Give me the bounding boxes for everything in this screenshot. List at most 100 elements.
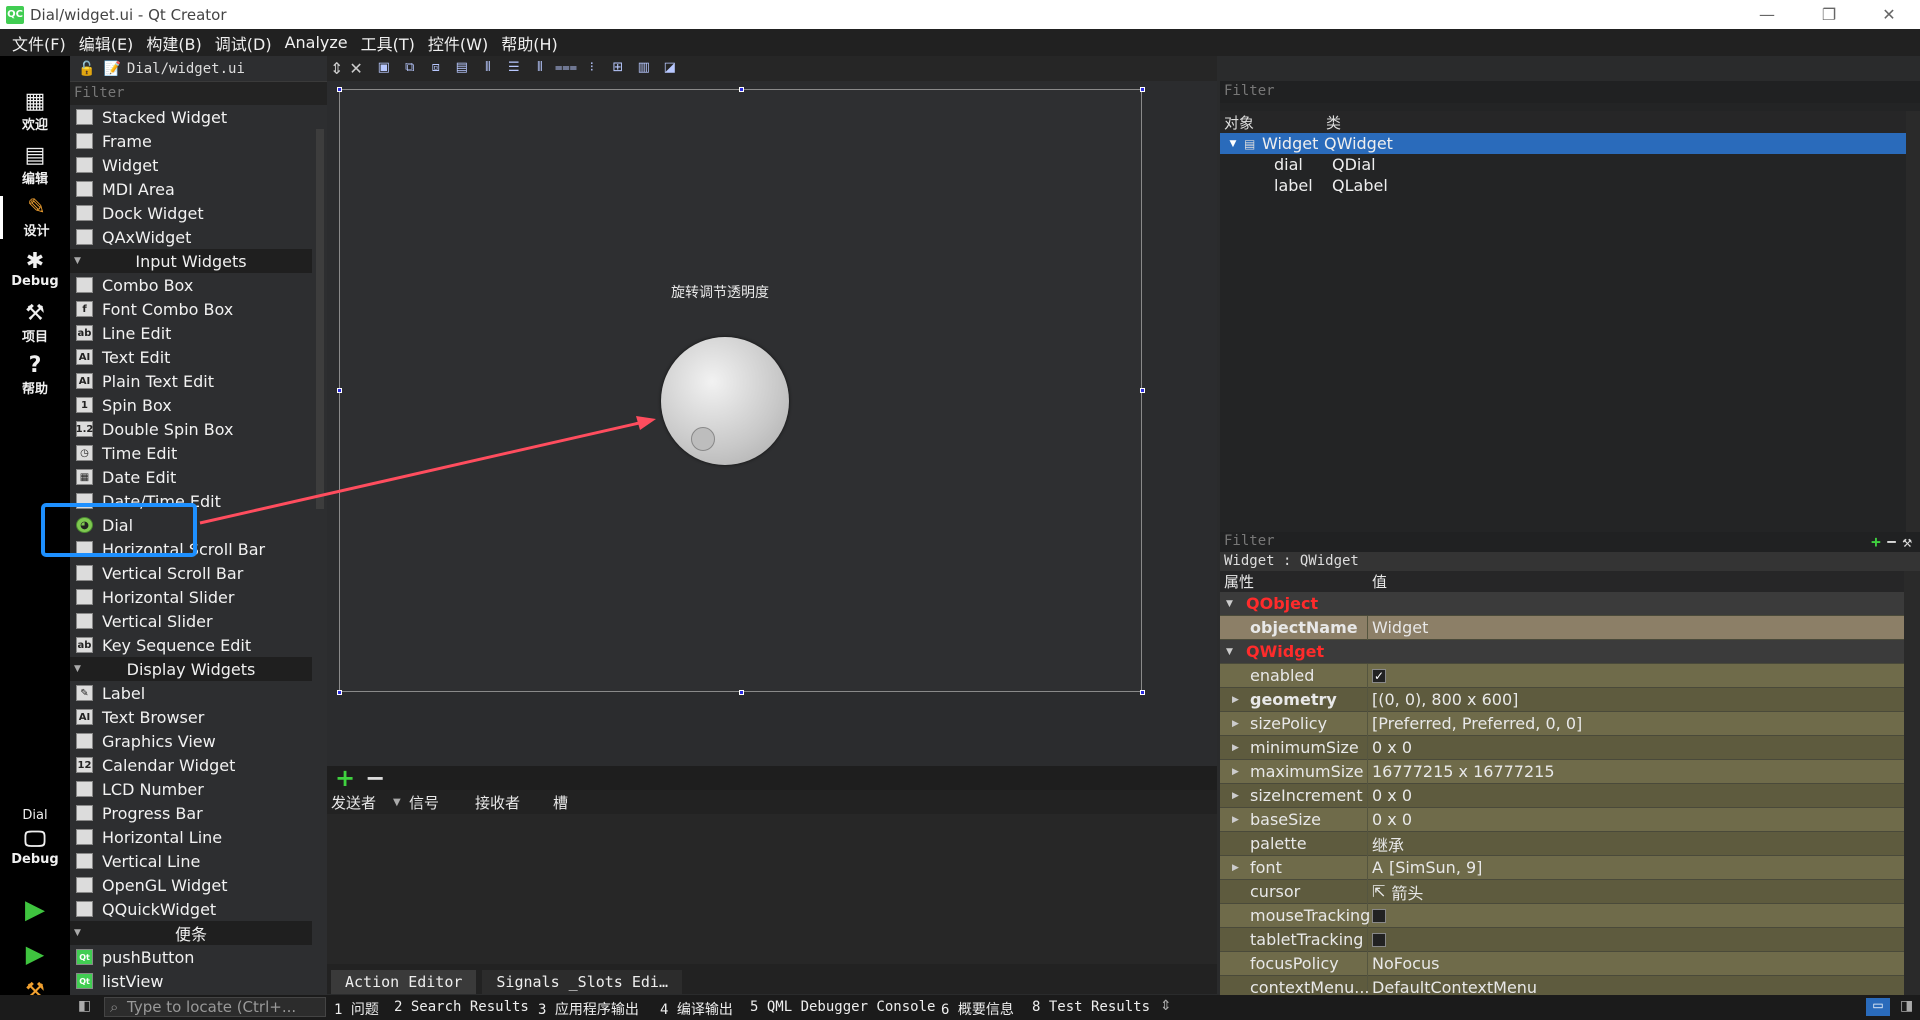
tab-action-editor[interactable]: Action Editor [331, 970, 477, 994]
output-more-icon[interactable]: ⇕ [1160, 998, 1172, 1014]
widgetbox-item[interactable]: AI Plain Text Edit [70, 369, 312, 393]
property-value[interactable]: 0 x 0 [1368, 786, 1904, 805]
widgetbox-item[interactable]: Frame [70, 129, 312, 153]
col-sender[interactable]: 发送者 [331, 792, 389, 813]
widgetbox-item[interactable]: ▦ Date Edit [70, 465, 312, 489]
widgetbox-item[interactable]: Graphics View [70, 729, 312, 753]
widgetbox-item[interactable]: Qt pushButton [70, 945, 312, 969]
output-test-results[interactable]: 8 Test Results [1032, 999, 1150, 1015]
expand-icon[interactable]: ▶ [1232, 767, 1239, 777]
property-value[interactable]: ⇱ 箭头 [1368, 880, 1904, 904]
object-filter[interactable]: Filter [1220, 81, 1920, 103]
property-row[interactable]: objectName Widget [1220, 615, 1904, 640]
minimize-icon[interactable]: — [1744, 0, 1790, 29]
widgetbox-item[interactable]: QQuickWidget [70, 897, 312, 921]
widgetbox-item[interactable]: QAxWidget [70, 225, 312, 249]
widgetbox-item[interactable]: 1.2 Double Spin Box [70, 417, 312, 441]
property-value[interactable]: [Preferred, Preferred, 0, 0] [1368, 714, 1904, 733]
property-value[interactable]: 0 x 0 [1368, 810, 1904, 829]
close-file-icon[interactable]: ✕ [349, 59, 362, 78]
mode-projects[interactable]: ⚒ 项目 [0, 302, 70, 346]
property-value[interactable] [1368, 932, 1904, 947]
widgetbox-scrollbar[interactable] [313, 105, 327, 1000]
property-filter[interactable]: Filter + − ⚒ [1220, 532, 1920, 552]
widgetbox-item[interactable]: OpenGL Widget [70, 873, 312, 897]
property-row[interactable]: ▶ minimumSize 0 x 0 [1220, 735, 1904, 760]
edit-signals-icon[interactable]: ⧉ [399, 60, 421, 78]
resize-handle[interactable] [739, 87, 744, 92]
resize-handle[interactable] [337, 388, 342, 393]
form-label-widget[interactable]: 旋转调节透明度 [671, 282, 769, 302]
widgetbox-item[interactable]: ◕ Dial [70, 513, 312, 537]
property-value[interactable]: [(0, 0), 800 x 600] [1368, 690, 1904, 709]
splitter-vertical-icon[interactable]: ⩶ [555, 60, 577, 78]
widgetbox-item[interactable]: Vertical Scroll Bar [70, 561, 312, 585]
menu-widgets[interactable]: 控件(W) [428, 31, 488, 55]
col-signal[interactable]: 信号 [409, 792, 471, 813]
property-value[interactable]: Widget [1368, 618, 1904, 637]
col-class[interactable]: 类 [1326, 112, 1341, 133]
expand-icon[interactable]: ▶ [1232, 695, 1239, 705]
object-row-dial[interactable]: dial QDial [1220, 154, 1920, 175]
output-search-results[interactable]: 2 Search Results [394, 999, 529, 1015]
resize-handle[interactable] [1140, 388, 1145, 393]
property-row[interactable]: ▶ maximumSize 16777215 x 16777215 [1220, 759, 1904, 784]
widgetbox-item[interactable]: Progress Bar [70, 801, 312, 825]
col-receiver[interactable]: 接收者 [475, 792, 549, 813]
object-row-label[interactable]: label QLabel [1220, 175, 1920, 196]
tab-signals-slots-editor[interactable]: Signals _Slots Edi… [482, 970, 682, 994]
toggle-right-sidebar-icon[interactable]: ◨ [1900, 998, 1913, 1014]
lock-icon[interactable]: 🔓 [78, 61, 95, 77]
property-editor-scrollbar[interactable] [1904, 571, 1920, 1000]
expand-icon[interactable]: ▶ [1232, 743, 1239, 753]
property-category-row[interactable]: ▼ QObject [1220, 592, 1904, 616]
property-value[interactable]: NoFocus [1368, 954, 1904, 973]
edit-widgets-icon[interactable]: ▣ [373, 60, 395, 78]
widgetbox-item[interactable]: AI Text Edit [70, 345, 312, 369]
menu-tools[interactable]: 工具(T) [361, 31, 415, 55]
property-row[interactable]: ▶ font A [SimSun, 9] [1220, 855, 1904, 880]
menu-analyze[interactable]: Analyze [285, 33, 348, 52]
resize-handle[interactable] [1140, 690, 1145, 695]
widgetbox-item[interactable]: Horizontal Slider [70, 585, 312, 609]
edit-buddies-icon[interactable]: ⧈ [425, 60, 447, 78]
widgetbox-item[interactable]: 12 Calendar Widget [70, 753, 312, 777]
resize-handle[interactable] [337, 87, 342, 92]
property-value[interactable]: 0 x 0 [1368, 738, 1904, 757]
property-category-row[interactable]: ▼ QWidget [1220, 640, 1904, 664]
object-row-widget[interactable]: ▼ ▤ Widget QWidget [1220, 133, 1920, 154]
widgetbox-item[interactable]: MDI Area [70, 177, 312, 201]
signal-slot-table[interactable] [327, 814, 1217, 964]
open-file-name[interactable]: Dial/widget.ui [127, 61, 245, 77]
adjust-size-icon[interactable]: ◪ [659, 60, 681, 78]
widgetbox-item[interactable]: Vertical Slider [70, 609, 312, 633]
remove-dynamic-property-icon[interactable]: − [1887, 532, 1897, 551]
output-issues[interactable]: 1 问题 [334, 999, 379, 1019]
menu-file[interactable]: 文件(F) [12, 31, 66, 55]
layout-horizontal-icon[interactable]: ⦀ [477, 60, 499, 78]
layout-grid-icon[interactable]: ⊞ [607, 60, 629, 78]
property-row[interactable]: ▶ sizePolicy [Preferred, Preferred, 0, 0] [1220, 711, 1904, 736]
output-qml-debugger[interactable]: 5 QML Debugger Console [750, 999, 935, 1015]
widgetbox-item[interactable]: Qt listView [70, 969, 312, 993]
resize-handle[interactable] [739, 690, 744, 695]
property-value[interactable]: 继承 [1368, 832, 1904, 856]
property-row[interactable]: focusPolicy NoFocus [1220, 951, 1904, 976]
debug-run-button[interactable]: ▶ [0, 942, 70, 966]
property-row[interactable]: palette 继承 [1220, 831, 1904, 856]
menu-help[interactable]: 帮助(H) [501, 31, 558, 55]
widgetbox-item[interactable]: ◷ Time Edit [70, 441, 312, 465]
property-row[interactable]: cursor ⇱ 箭头 [1220, 879, 1904, 904]
widgetbox-item[interactable]: Horizontal Line [70, 825, 312, 849]
toggle-sidebar-icon[interactable]: ◧ [78, 998, 91, 1014]
add-connection-icon[interactable]: + [335, 764, 355, 792]
expand-icon[interactable]: ▶ [1232, 791, 1239, 801]
add-dynamic-property-icon[interactable]: + [1871, 532, 1881, 551]
locator-input[interactable]: ⌕ Type to locate (Ctrl+... [104, 997, 326, 1017]
break-layout-icon[interactable]: ▥ [633, 60, 655, 78]
layout-form-icon[interactable]: ⁝ [581, 60, 603, 78]
collapse-icon[interactable]: ▼ [1226, 599, 1233, 609]
widgetbox-item[interactable]: Horizontal Scroll Bar [70, 537, 312, 561]
property-value[interactable]: A [SimSun, 9] [1368, 858, 1904, 877]
col-object[interactable]: 对象 [1220, 112, 1326, 133]
